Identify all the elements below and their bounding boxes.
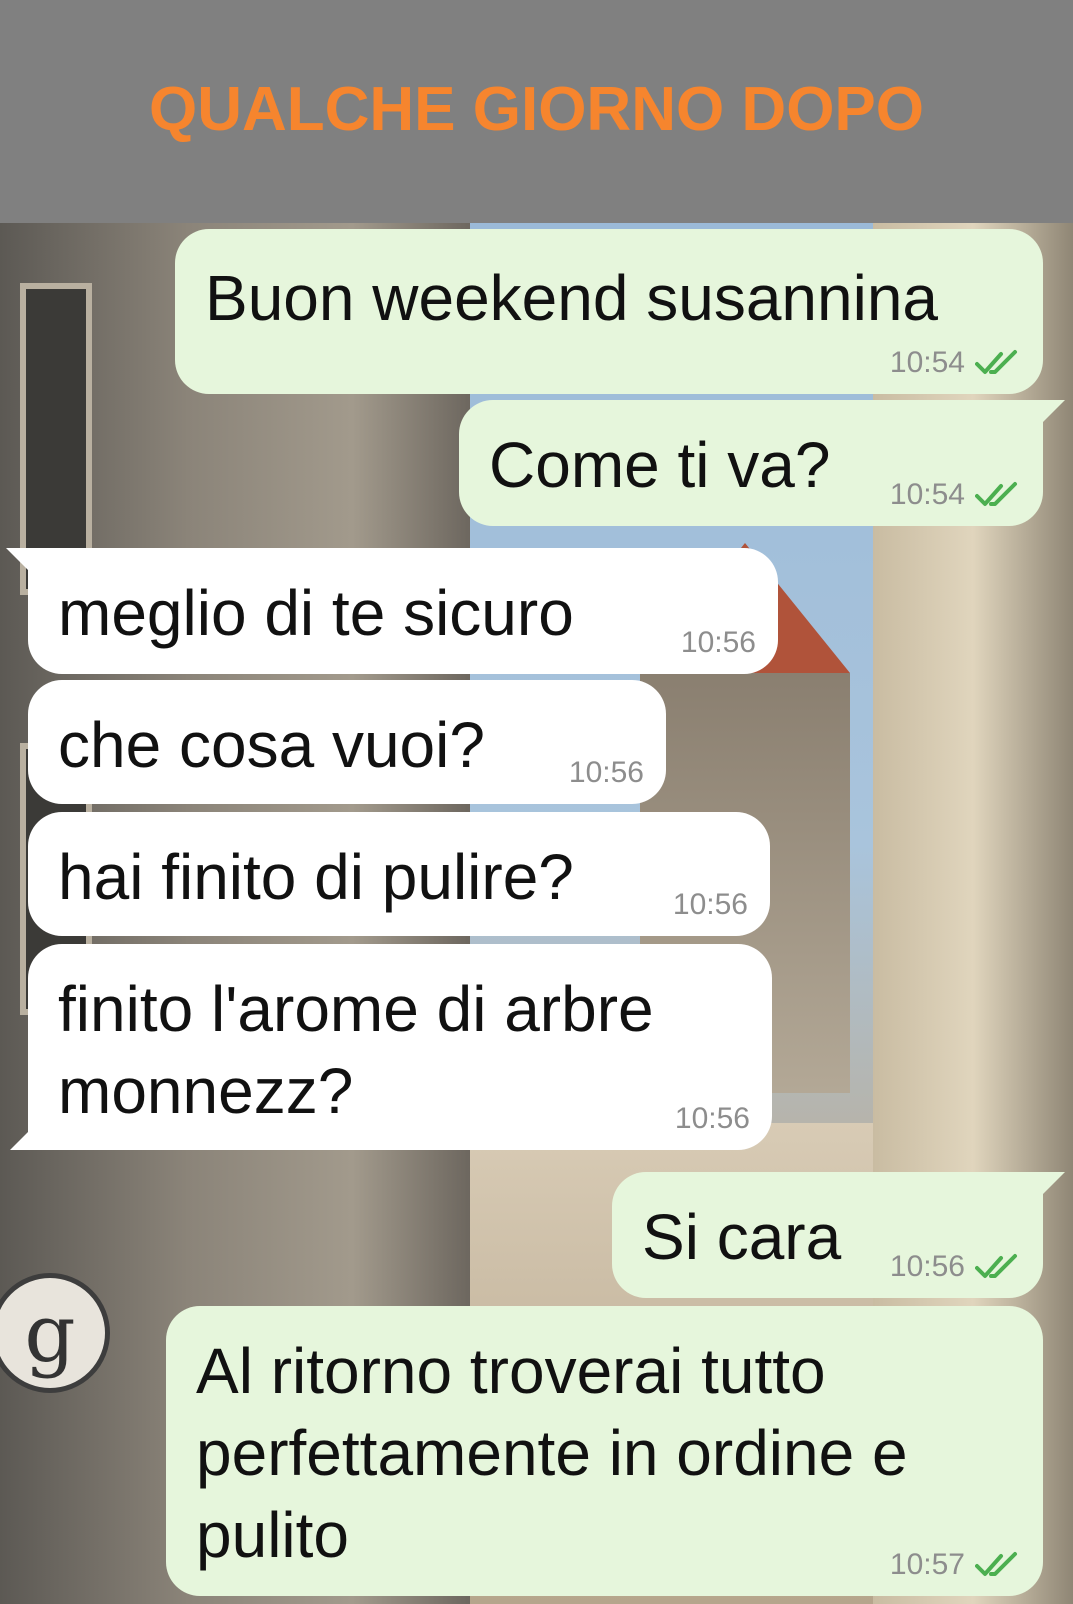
double-check-icon <box>975 1552 1017 1576</box>
bubble-tail <box>1043 400 1065 422</box>
bubble-tail <box>1043 1172 1065 1194</box>
message-time: 10:54 <box>889 346 965 379</box>
message-bubble-incoming[interactable]: che cosa vuoi? 10:56 <box>28 680 666 804</box>
message-time: 10:56 <box>889 1250 965 1283</box>
page-title: QUALCHE GIORNO DOPO <box>148 75 925 144</box>
message-bubble-incoming[interactable]: finito l'arome di arbre monnezz? 10:56 <box>28 944 772 1150</box>
message-meta: 10:56 <box>673 888 748 922</box>
message-time: 10:56 <box>672 888 748 921</box>
message-text: finito l'arome di arbre monnezz? <box>58 973 654 1127</box>
header-banner: QUALCHE GIORNO DOPO <box>0 0 1073 223</box>
double-check-icon <box>975 350 1017 374</box>
message-time: 10:56 <box>674 1102 750 1135</box>
message-meta: 10:54 <box>890 346 1021 380</box>
message-meta: 10:56 <box>569 756 644 790</box>
message-bubble-incoming[interactable]: hai finito di pulire? 10:56 <box>28 812 770 936</box>
message-bubble-incoming[interactable]: meglio di te sicuro 10:56 <box>28 548 778 674</box>
double-check-icon <box>975 482 1017 506</box>
message-bubble-outgoing[interactable]: Si cara 10:56 <box>612 1172 1043 1298</box>
message-text: che cosa vuoi? <box>58 709 485 781</box>
message-meta: 10:56 <box>675 1102 750 1136</box>
message-text: hai finito di pulire? <box>58 841 574 913</box>
message-time: 10:56 <box>568 756 644 789</box>
message-text: meglio di te sicuro <box>58 577 574 649</box>
message-bubble-outgoing[interactable]: Al ritorno troverai tutto perfettamente … <box>166 1306 1043 1596</box>
message-meta: 10:57 <box>890 1548 1021 1582</box>
message-time: 10:54 <box>889 478 965 511</box>
message-meta: 10:56 <box>681 626 756 660</box>
bubble-tail <box>10 1128 32 1150</box>
message-bubble-outgoing[interactable]: Buon weekend susannina 10:54 <box>175 229 1043 394</box>
message-text: Buon weekend susannina <box>205 262 938 334</box>
message-meta: 10:54 <box>890 478 1021 512</box>
bubble-tail <box>6 548 28 570</box>
message-text: Al ritorno troverai tutto perfettamente … <box>196 1335 908 1571</box>
message-time: 10:56 <box>680 626 756 659</box>
message-bubble-outgoing[interactable]: Come ti va? 10:54 <box>459 400 1043 526</box>
message-meta: 10:56 <box>890 1250 1021 1284</box>
double-check-icon <box>975 1254 1017 1278</box>
message-time: 10:57 <box>889 1548 965 1581</box>
